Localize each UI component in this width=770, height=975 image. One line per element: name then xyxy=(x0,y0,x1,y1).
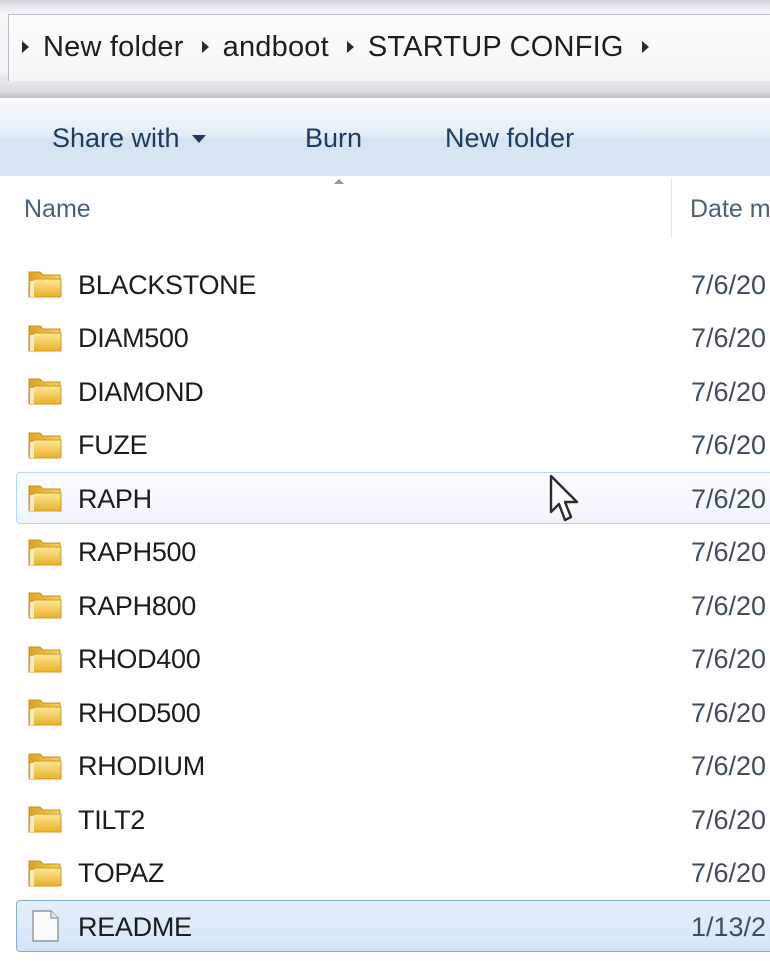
file-date-modified: 7/6/20 xyxy=(691,697,767,728)
file-list-row[interactable]: FUZE 7/6/20 xyxy=(16,419,770,471)
file-date-modified: 7/6/20 xyxy=(691,376,767,407)
breadcrumb-chevron-icon[interactable] xyxy=(641,41,649,53)
file-name: DIAM500 xyxy=(78,323,189,353)
share-with-button[interactable]: Share with xyxy=(52,99,206,177)
file-date-modified: 1/13/2 xyxy=(691,911,767,942)
file-list-row[interactable]: TILT2 7/6/20 xyxy=(16,793,770,845)
file-date-modified: 7/6/20 xyxy=(691,483,767,514)
breadcrumb-chevron-icon[interactable] xyxy=(346,41,354,53)
document-icon xyxy=(27,910,63,942)
folder-icon xyxy=(27,750,63,782)
file-date-modified: 7/6/20 xyxy=(691,751,767,781)
folder-icon xyxy=(27,643,63,675)
file-list-row[interactable]: RHODIUM 7/6/20 xyxy=(16,740,770,792)
folder-icon xyxy=(27,589,63,621)
file-date-modified: 7/6/20 xyxy=(691,430,767,460)
file-date-modified: 7/6/20 xyxy=(691,804,767,835)
file-name: FUZE xyxy=(78,430,148,460)
column-header-name[interactable]: Name xyxy=(24,176,91,242)
breadcrumb-root-chevron-icon[interactable] xyxy=(22,41,29,53)
folder-icon xyxy=(27,268,63,300)
new-folder-label: New folder xyxy=(445,122,575,153)
file-date-modified: 7/6/20 xyxy=(691,323,767,353)
folder-icon xyxy=(27,429,63,461)
breadcrumb: New folder andboot STARTUP CONFIG xyxy=(22,14,663,80)
file-list-row[interactable]: BLACKSTONE 7/6/20 xyxy=(16,258,770,310)
new-folder-button[interactable]: New folder xyxy=(445,99,574,177)
file-list-row[interactable]: RHOD500 7/6/20 xyxy=(16,686,770,738)
file-date-modified: 7/6/20 xyxy=(691,269,767,300)
file-name: BLACKSTONE xyxy=(78,269,257,300)
share-with-label: Share with xyxy=(52,122,180,153)
file-date-modified: 7/6/20 xyxy=(691,537,767,567)
file-name: README xyxy=(78,911,192,942)
folder-icon xyxy=(27,536,63,568)
address-bar: New folder andboot STARTUP CONFIG xyxy=(0,0,770,98)
column-header: Name Date m xyxy=(0,176,770,242)
file-name: RAPH xyxy=(78,483,152,514)
folder-icon xyxy=(27,803,63,835)
file-name: TILT2 xyxy=(78,804,146,835)
file-list-row[interactable]: TOPAZ 7/6/20 xyxy=(16,847,770,899)
file-list-row[interactable]: RAPH800 7/6/20 xyxy=(16,579,770,631)
file-date-modified: 7/6/20 xyxy=(691,590,767,621)
folder-icon xyxy=(27,857,63,889)
file-list-row[interactable]: RAPH500 7/6/20 xyxy=(16,526,770,578)
file-name: TOPAZ xyxy=(78,858,165,888)
chevron-down-icon xyxy=(191,135,206,143)
file-list-row[interactable]: DIAM500 7/6/20 xyxy=(16,312,770,364)
sort-ascending-icon xyxy=(334,179,344,184)
explorer-window: New folder andboot STARTUP CONFIG Share … xyxy=(0,0,770,975)
file-name: RAPH500 xyxy=(78,537,196,567)
folder-icon xyxy=(27,482,63,514)
command-toolbar: Share with Burn New folder xyxy=(0,98,770,177)
breadcrumb-chevron-icon[interactable] xyxy=(201,41,209,53)
folder-icon xyxy=(27,375,63,407)
burn-label: Burn xyxy=(305,122,363,153)
file-list-row[interactable]: DIAMOND 7/6/20 xyxy=(16,365,770,417)
file-name: RHODIUM xyxy=(78,751,205,781)
breadcrumb-item-new-folder[interactable]: New folder xyxy=(43,31,184,64)
file-list-row[interactable]: RHOD400 7/6/20 xyxy=(16,633,770,685)
column-divider[interactable] xyxy=(671,178,672,238)
column-header-date-modified[interactable]: Date m xyxy=(690,176,770,242)
burn-button[interactable]: Burn xyxy=(305,99,362,177)
file-name: DIAMOND xyxy=(78,376,204,407)
file-list: BLACKSTONE 7/6/20 DIAM500 7/6/20 DIAMOND 7/6/… xyxy=(0,255,770,975)
file-date-modified: 7/6/20 xyxy=(691,858,767,888)
file-name: RHOD500 xyxy=(78,697,201,728)
folder-icon xyxy=(27,322,63,354)
file-name: RHOD400 xyxy=(78,644,201,674)
file-name: RAPH800 xyxy=(78,590,196,621)
file-date-modified: 7/6/20 xyxy=(691,644,767,674)
file-list-row[interactable]: RAPH 7/6/20 xyxy=(16,472,770,524)
file-list-row[interactable]: README 1/13/2 xyxy=(16,900,770,952)
folder-icon xyxy=(27,696,63,728)
breadcrumb-item-andboot[interactable]: andboot xyxy=(223,31,329,64)
breadcrumb-item-startup-config[interactable]: STARTUP CONFIG xyxy=(368,31,624,64)
